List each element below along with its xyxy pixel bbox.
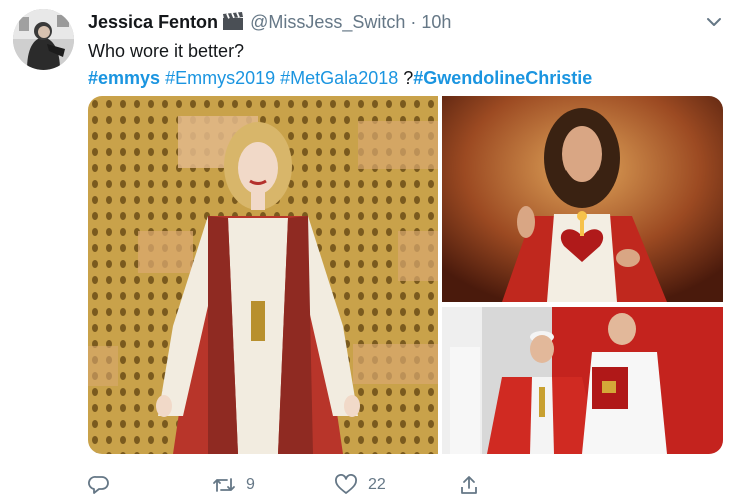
share-button[interactable] [458,470,480,500]
hashtag-link[interactable]: #Emmys2019 [165,68,275,88]
like-icon [334,474,358,496]
like-button[interactable]: 22 [334,470,386,500]
reply-button[interactable] [88,470,120,500]
tweet-text-line1: Who wore it better? [88,41,245,61]
photo-pope[interactable] [442,307,723,454]
chevron-down-icon[interactable] [704,12,724,32]
clapperboard-icon [222,11,244,36]
question-mark: ? [403,68,414,88]
reply-icon [88,474,110,496]
hashtag-link[interactable]: #GwendolineChristie [413,68,592,88]
share-icon [458,474,480,496]
retweet-count: 9 [246,476,255,493]
author-name[interactable]: Jessica Fenton [88,12,218,32]
photo-red-carpet[interactable] [88,96,438,454]
tweet-hashtags-line: #emmys #Emmys2019 #MetGala2018 ?#Gwendol… [88,65,708,92]
author-handle[interactable]: @MissJess_Switch [250,12,405,32]
retweet-button[interactable]: 9 [212,470,255,500]
hashtag-link[interactable]: #emmys [88,68,160,88]
media-grid [88,96,723,454]
tweet-actions: 9 22 [0,470,738,500]
timestamp[interactable]: 10h [421,12,451,32]
like-count: 22 [368,476,386,493]
photo-painting[interactable] [442,96,723,302]
separator-dot: · [410,12,417,32]
retweet-icon [212,474,236,496]
hashtag-link[interactable]: #MetGala2018 [280,68,398,88]
tweet-header: Jessica Fenton @MissJess_Switch · 10h [88,11,451,36]
avatar[interactable] [13,9,74,70]
tweet-text: Who wore it better? #emmys #Emmys2019 #M… [88,38,708,92]
